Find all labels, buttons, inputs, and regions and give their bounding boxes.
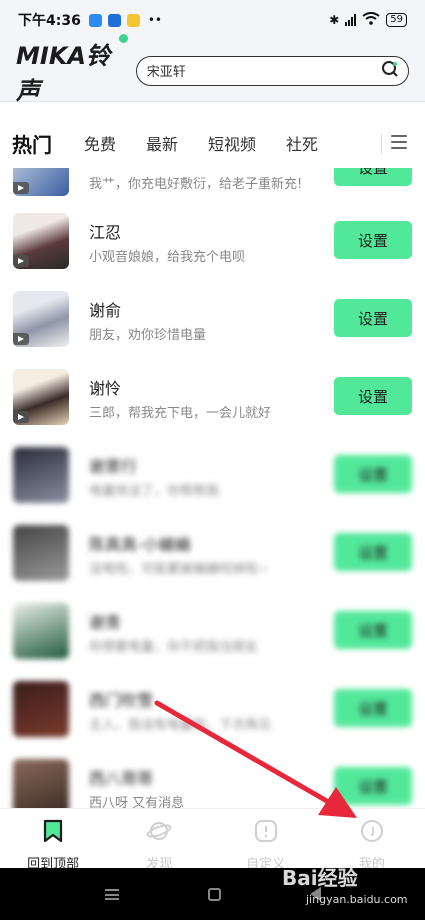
play-icon[interactable] — [13, 333, 29, 345]
search-input[interactable]: 宋亚轩 — [135, 55, 409, 86]
battery-icon: 59 — [386, 13, 407, 27]
item-desc: 朋友，劝你珍惜电量 — [89, 328, 207, 343]
list-item: 谢怜 三郎，帮我充下电，一会儿就好 设置 — [0, 357, 425, 435]
wifi-icon — [362, 12, 380, 28]
thumbnail[interactable] — [13, 447, 69, 503]
bluetooth-icon: ✱ — [329, 13, 340, 27]
set-ringtone-button[interactable]: 设置 — [334, 689, 412, 727]
set-ringtone-button[interactable]: 设置 — [334, 299, 412, 337]
item-title: 谢俞 — [89, 301, 122, 320]
thumbnail[interactable] — [13, 603, 69, 659]
item-title: 西八哥哥 — [89, 769, 154, 788]
play-icon[interactable] — [13, 411, 29, 423]
mkg-app-icon — [126, 13, 140, 27]
tab-mine[interactable]: 我的 — [319, 809, 425, 872]
tab-social-death[interactable]: 社死 — [286, 131, 318, 155]
status-bar: 下午4:36 •• ✱ 59 — [0, 0, 425, 40]
watermark-url: jingyan.baidu.com — [306, 893, 408, 906]
set-ringtone-button[interactable]: 设置 — [334, 767, 412, 805]
list-item: 谢青 你想要电量，你不把我当朋友 设置 — [0, 591, 425, 669]
item-desc: 电量快没了，你帮帮我 — [89, 484, 220, 499]
item-desc: 我艹，你充电好敷衍，给老子重新充! — [89, 177, 303, 192]
profile-icon — [360, 819, 384, 847]
item-title: 江忍 — [89, 223, 122, 242]
item-title: 陈真真-小蛐蛐 — [89, 535, 191, 554]
item-desc: 主人，我没有电量啦，下次再见 — [89, 718, 272, 733]
set-ringtone-button[interactable]: 设置 — [334, 533, 412, 571]
planet-icon — [146, 819, 172, 847]
watermark: Bai经验 jingyan.baidu.com — [282, 862, 408, 906]
list-item: 谢俞 朋友，劝你珍惜电量 设置 — [0, 279, 425, 357]
list-item: 江忍 小观音娘娘，给我充个电呗 设置 — [0, 201, 425, 279]
item-title: 谢景行 — [89, 457, 138, 476]
tab-back-to-top[interactable]: 回到顶部 — [0, 809, 106, 872]
thumbnail[interactable] — [13, 369, 69, 425]
item-title: 西门吹雪 — [89, 691, 154, 710]
item-desc: 你想要电量，你不把我当朋友 — [89, 640, 259, 655]
tab-custom[interactable]: 自定义 — [213, 809, 319, 872]
tab-short-video[interactable]: 短视频 — [208, 131, 256, 155]
list-item: 西门吹雪 主人，我没有电量啦，下次再见 设置 — [0, 669, 425, 747]
set-ringtone-button[interactable]: 设置 — [334, 377, 412, 415]
list-item: 陈真真-小蛐蛐 没电啦，可能要被蛐蛐咬掉啦~ 设置 — [0, 513, 425, 591]
list-item: 西八哥哥 西八呀 又有消息 设置 — [0, 747, 425, 808]
signal-icon — [345, 14, 357, 26]
alert-icon — [254, 819, 278, 847]
set-ringtone-button[interactable]: 设置 — [334, 168, 412, 186]
thumbnail[interactable] — [13, 681, 69, 737]
notification-app-icon — [88, 13, 102, 27]
item-desc: 三郎，帮我充下电，一会儿就好 — [89, 406, 272, 421]
search-icon[interactable] — [380, 59, 400, 83]
ringtone-list: 我艹，你充电好敷衍，给老子重新充! 设置 江忍 小观音娘娘，给我充个电呗 设置 … — [0, 168, 425, 808]
menu-nav-icon[interactable] — [104, 888, 119, 900]
set-ringtone-button[interactable]: 设置 — [334, 221, 412, 259]
home-nav-icon[interactable] — [207, 887, 221, 901]
thumbnail[interactable] — [13, 291, 69, 347]
bluetooth-app-icon — [107, 13, 121, 27]
thumbnail[interactable] — [13, 759, 69, 808]
category-tabs: 热门 免费 最新 短视频 社死 — [0, 118, 425, 168]
item-desc: 没电啦，可能要被蛐蛐咬掉啦~ — [89, 562, 269, 577]
set-ringtone-button[interactable]: 设置 — [334, 455, 412, 493]
item-desc: 西八呀 又有消息 — [89, 796, 185, 808]
play-icon[interactable] — [13, 255, 29, 267]
thumbnail[interactable] — [13, 168, 69, 196]
tab-discover[interactable]: 发现 — [106, 809, 212, 872]
item-title: 谢青 — [89, 613, 122, 632]
more-notifications-icon: •• — [147, 13, 162, 27]
status-time: 下午4:36 — [18, 13, 81, 29]
tab-latest[interactable]: 最新 — [146, 131, 178, 155]
item-title: 谢怜 — [89, 379, 122, 398]
app-logo: MIKA铃声 — [16, 33, 134, 106]
tab-hot[interactable]: 热门 — [12, 129, 52, 158]
thumbnail[interactable] — [13, 525, 69, 581]
tab-free[interactable]: 免费 — [84, 131, 116, 155]
set-ringtone-button[interactable]: 设置 — [334, 611, 412, 649]
item-desc: 小观音娘娘，给我充个电呗 — [89, 250, 246, 265]
menu-icon[interactable] — [391, 135, 407, 149]
app-header: MIKA铃声 宋亚轩 — [0, 33, 425, 105]
search-query: 宋亚轩 — [146, 65, 186, 80]
bottom-tab-bar: 回到顶部 发现 自定义 我的 — [0, 808, 425, 872]
play-icon[interactable] — [13, 182, 29, 194]
thumbnail[interactable] — [13, 213, 69, 269]
tab-divider — [381, 134, 382, 154]
list-item: 谢景行 电量快没了，你帮帮我 设置 — [0, 435, 425, 513]
watermark-text: Bai经验 — [282, 866, 358, 890]
logo-dot — [118, 33, 128, 43]
bookmark-icon — [42, 819, 64, 847]
